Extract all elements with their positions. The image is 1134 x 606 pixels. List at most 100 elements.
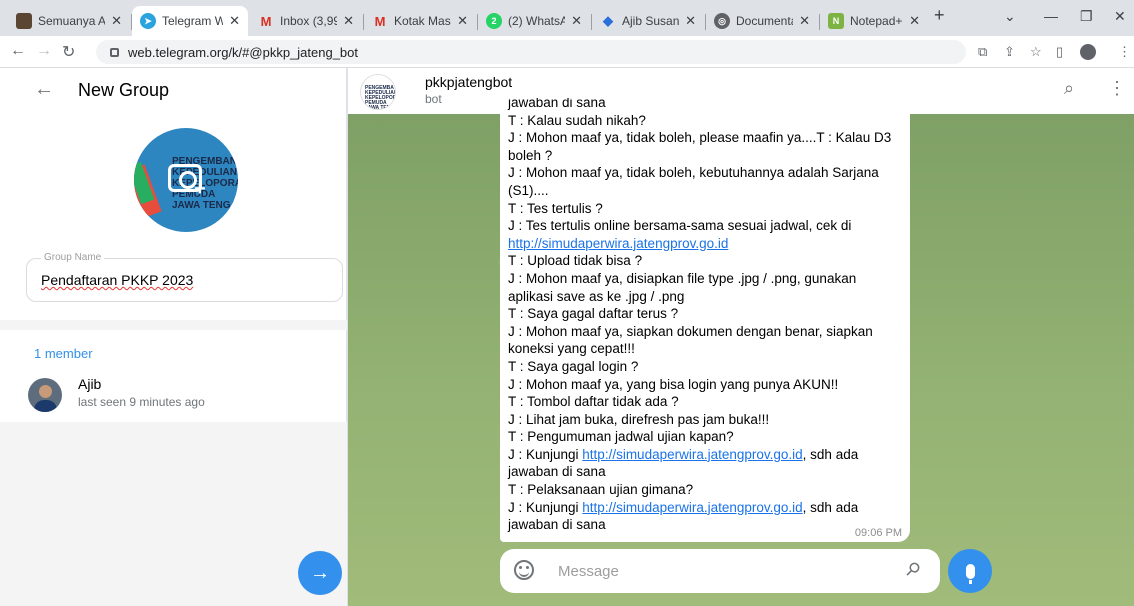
- tab-label: Inbox (3,999): [280, 14, 338, 28]
- chat-panel: PENGEMBA KEPEDULIAN KEPELOPOR PEMUDA JAW…: [348, 68, 1134, 606]
- bookmark-star-icon[interactable]: ☆: [1030, 44, 1042, 60]
- message-line: koneksi yang cepat!!!: [508, 341, 635, 357]
- browser-tab[interactable]: 2 (2) WhatsApp ✕: [478, 6, 590, 36]
- message-line: J : Mohon maaf ya, tidak boleh, kebutuha…: [508, 165, 879, 181]
- paperclip-icon[interactable]: ⚲: [901, 557, 924, 581]
- forward-icon[interactable]: →: [36, 42, 52, 60]
- browser-menu-icon[interactable]: ⋮: [1118, 44, 1131, 60]
- tab-search-icon[interactable]: ⌄: [1004, 8, 1016, 25]
- message-line: T : Pengumuman jadwal ujian kapan?: [508, 429, 734, 445]
- message-line: http://simudaperwira.jatengprov.go.id: [508, 235, 902, 253]
- browser-tab-bar: Semuanya Aj ✕ ➤ Telegram We ✕ M Inbox (3…: [0, 0, 1134, 36]
- message-link[interactable]: http://simudaperwira.jatengprov.go.id: [582, 500, 802, 515]
- message-line: T : Pelaksanaan ujian gimana?: [508, 482, 694, 498]
- message-link[interactable]: http://simudaperwira.jatengprov.go.id: [508, 236, 728, 251]
- message-line: J : Lihat jam buka, direfresh pas jam bu…: [508, 411, 770, 427]
- back-icon[interactable]: ←: [10, 42, 26, 60]
- group-name-label: Group Name: [41, 252, 105, 263]
- share-icon[interactable]: ⇪: [1004, 44, 1015, 60]
- avatar-body: [34, 400, 57, 412]
- more-menu-icon[interactable]: ⋮: [1108, 78, 1126, 99]
- restore-icon[interactable]: ❐: [1080, 8, 1093, 25]
- tab-label: (2) WhatsApp: [508, 14, 566, 28]
- browser-tab-active[interactable]: ➤ Telegram We ✕: [132, 6, 248, 36]
- browser-tab[interactable]: ◎ Documentatio ✕: [706, 6, 818, 36]
- message-line: T : Kalau sudah nikah?: [508, 112, 646, 128]
- new-tab-button[interactable]: +: [934, 5, 945, 26]
- message-line: J : Mohon maaf ya, yang bisa login yang …: [508, 376, 839, 392]
- message-line: (S1)....: [508, 182, 549, 198]
- search-icon[interactable]: ⌕: [1064, 78, 1074, 99]
- close-window-icon[interactable]: ✕: [1114, 8, 1126, 25]
- new-group-panel: ← New Group PENGEMBANG KEPEDULIAN D KEPE…: [0, 68, 347, 606]
- message-link[interactable]: http://simudaperwira.jatengprov.go.id: [582, 447, 802, 462]
- arrow-right-icon: →: [310, 561, 330, 584]
- tab-label: Documentatio: [736, 14, 793, 28]
- message-line: boleh ?: [508, 147, 553, 163]
- message-line: J : Kunjungi http://simudaperwira.jateng…: [508, 446, 902, 464]
- close-icon[interactable]: ✕: [343, 13, 354, 29]
- panel-empty-area: [0, 422, 347, 606]
- create-group-button[interactable]: →: [298, 551, 342, 595]
- browser-tab[interactable]: ◆ Ajib Susanto ✕: [592, 6, 704, 36]
- tab-label: Ajib Susanto: [622, 14, 680, 28]
- message-line: T : Upload tidak bisa ?: [508, 253, 643, 269]
- message-input[interactable]: [558, 560, 858, 582]
- open-in-app-icon[interactable]: ⧉: [978, 44, 987, 60]
- side-panel-icon[interactable]: ▯: [1056, 44, 1063, 60]
- group-name-input[interactable]: Pendaftaran PKKP 2023: [41, 272, 193, 288]
- close-icon[interactable]: ✕: [111, 13, 122, 29]
- chat-subtitle: bot: [425, 92, 442, 106]
- panel-header: ← New Group: [0, 68, 347, 112]
- close-icon[interactable]: ✕: [909, 13, 920, 29]
- group-name-field[interactable]: Group Name Pendaftaran PKKP 2023: [26, 252, 343, 302]
- section-divider: [0, 320, 347, 330]
- url-field[interactable]: web.telegram.org/k/#@pkkp_jateng_bot: [96, 40, 966, 64]
- message-text: J : Kunjungi: [508, 499, 583, 515]
- globe-icon: ◎: [714, 13, 730, 29]
- gmail-icon: M: [374, 13, 386, 29]
- group-photo-upload[interactable]: PENGEMBANG KEPEDULIAN D KEPELOPORAN PEMU…: [134, 128, 238, 232]
- voice-message-button[interactable]: [948, 549, 992, 593]
- whatsapp-icon: 2: [486, 13, 502, 29]
- message-line: J : Kunjungi http://simudaperwira.jateng…: [508, 499, 902, 517]
- chat-title: pkkpjatengbot: [425, 74, 513, 90]
- message-text: , sdh ada: [802, 446, 859, 462]
- avatar: [28, 378, 62, 412]
- close-icon[interactable]: ✕: [457, 13, 468, 29]
- member-name: Ajib: [78, 376, 102, 392]
- avatar-head: [39, 385, 52, 398]
- notepad-icon: N: [828, 13, 844, 29]
- close-icon[interactable]: ✕: [799, 13, 810, 29]
- message-time: 09:06 PM: [854, 527, 902, 539]
- minimize-icon[interactable]: —: [1044, 8, 1058, 24]
- message-text: , sdh ada: [802, 499, 859, 515]
- gmail-icon: M: [260, 13, 272, 29]
- browser-tab[interactable]: N Notepad++ ✕: [820, 6, 928, 36]
- bot-avatar: PENGEMBA KEPEDULIAN KEPELOPOR PEMUDA JAW…: [360, 74, 396, 110]
- tab-label: Semuanya Aj: [38, 14, 106, 28]
- microphone-icon: [965, 563, 975, 584]
- member-last-seen: last seen 9 minutes ago: [78, 395, 205, 409]
- browser-tab[interactable]: M Inbox (3,999) ✕: [250, 6, 362, 36]
- bot-avatar-text: PENGEMBA KEPEDULIAN KEPELOPOR PEMUDA JAW…: [365, 85, 396, 110]
- browser-tab[interactable]: Semuanya Aj ✕: [8, 6, 130, 36]
- close-icon[interactable]: ✕: [685, 13, 696, 29]
- profile-avatar[interactable]: [1080, 44, 1096, 60]
- back-arrow-icon[interactable]: ←: [34, 78, 54, 101]
- add-photo-icon: +: [194, 178, 206, 200]
- close-icon[interactable]: ✕: [571, 13, 582, 29]
- page-title: New Group: [78, 80, 170, 100]
- emoji-icon[interactable]: [514, 560, 534, 580]
- tab-label: Kotak Masuk: [394, 14, 451, 28]
- close-icon[interactable]: ✕: [229, 13, 240, 29]
- image-icon: [16, 13, 32, 29]
- reload-icon[interactable]: ↻: [62, 42, 75, 62]
- message-text: J : Kunjungi: [508, 446, 583, 462]
- browser-tab[interactable]: M Kotak Masuk ✕: [364, 6, 476, 36]
- member-list-item[interactable]: Ajib last seen 9 minutes ago: [28, 370, 338, 420]
- message-bubble[interactable]: jawaban di sana T : Kalau sudah nikah? J…: [500, 98, 910, 542]
- message-line: jawaban di sana: [508, 464, 606, 480]
- lock-icon: [110, 47, 119, 57]
- group-name-value: Pendaftaran PKKP 2023: [41, 272, 194, 288]
